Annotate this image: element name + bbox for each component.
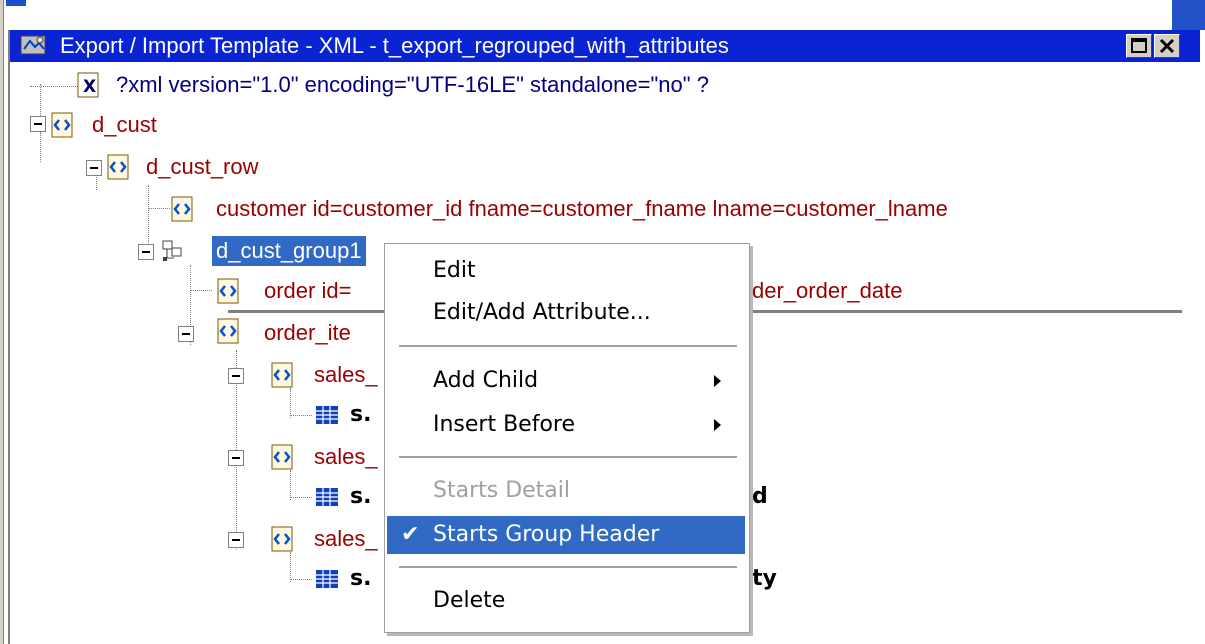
collapse-toggle[interactable]: [178, 326, 194, 342]
menu-item-edit[interactable]: Edit: [387, 252, 745, 290]
tree-line: [40, 132, 41, 162]
element-icon: [271, 362, 293, 388]
column-icon: [316, 570, 338, 588]
tree-line: [290, 497, 312, 498]
menu-item-label: Delete: [433, 588, 506, 613]
column-icon: [316, 488, 338, 506]
column-icon: [316, 406, 338, 424]
tree-line: [290, 470, 291, 500]
menu-item-label: Add Child: [433, 368, 539, 393]
tree-node-sales-2-column-tail: d: [752, 484, 768, 509]
outer-scrollbar-fragment[interactable]: [1172, 0, 1205, 30]
xml-declaration-label: ?xml version="1.0" encoding="UTF-16LE" s…: [116, 72, 709, 97]
outer-frame-fragment: [6, 0, 26, 6]
menu-item-starts-group-header[interactable]: ✔ Starts Group Header: [387, 516, 745, 554]
svg-text:X: X: [83, 77, 96, 97]
element-icon: [217, 318, 239, 344]
checkmark-icon: ✔: [401, 522, 420, 547]
tree-line: [190, 290, 212, 291]
element-icon: [271, 526, 293, 552]
element-icon: [217, 278, 239, 304]
submenu-arrow-icon: [714, 375, 721, 387]
collapse-toggle[interactable]: [228, 450, 244, 466]
tree-node-d-cust[interactable]: d_cust: [92, 110, 157, 140]
tree-node-order[interactable]: order id=: [264, 276, 351, 306]
template-icon: [20, 35, 46, 55]
menu-item-label: Starts Group Header: [433, 522, 660, 547]
close-icon: [1159, 38, 1175, 54]
collapse-toggle[interactable]: [86, 160, 102, 176]
outer-frame-left-edge: [0, 0, 4, 644]
close-button[interactable]: [1154, 34, 1180, 58]
element-icon: [271, 444, 293, 470]
menu-separator: [399, 345, 737, 347]
restore-icon: [1131, 38, 1147, 53]
menu-separator: [399, 456, 737, 458]
menu-item-add-child[interactable]: Add Child: [387, 362, 745, 400]
menu-item-label: Insert Before: [433, 412, 576, 437]
tree-node-d-cust-row[interactable]: d_cust_row: [146, 152, 259, 182]
outer-frame-top: [0, 0, 1205, 30]
tree-line: [290, 579, 312, 580]
tree-line: [30, 86, 78, 87]
collapse-toggle[interactable]: [30, 116, 46, 132]
element-icon: [107, 154, 129, 180]
menu-item-edit-add-attribute[interactable]: Edit/Add Attribute...: [387, 294, 745, 332]
tree-node-sales-2[interactable]: sales_: [314, 442, 378, 472]
tree-node-customer[interactable]: customer id=customer_id fname=customer_f…: [216, 194, 948, 224]
tree-node-sales-2-column[interactable]: s.: [350, 482, 371, 512]
submenu-arrow-icon: [714, 419, 721, 431]
menu-separator: [399, 566, 737, 568]
tree-node-sales-3-column[interactable]: s.: [350, 564, 371, 594]
tree-node-d-cust-group1[interactable]: d_cust_group1: [212, 236, 366, 266]
xml-declaration-icon: X: [77, 72, 99, 98]
tree-node-order-items[interactable]: order_ite: [264, 318, 351, 348]
tree-line: [148, 208, 170, 209]
collapse-toggle[interactable]: [228, 368, 244, 384]
menu-item-label: Starts Detail: [433, 478, 571, 503]
group-icon: [162, 240, 182, 261]
tree-node-sales-1[interactable]: sales_: [314, 360, 378, 390]
tree-node-sales-1-column[interactable]: s.: [350, 400, 371, 430]
tree-line: [290, 415, 312, 416]
element-icon: [51, 112, 73, 138]
menu-item-starts-detail[interactable]: Starts Detail: [387, 472, 745, 510]
xml-declaration-node[interactable]: X ?xml version="1.0" encoding="UTF-16LE"…: [76, 70, 876, 100]
tree-node-sales-3-column-tail: ty: [752, 566, 777, 591]
collapse-toggle[interactable]: [138, 244, 154, 260]
element-icon: [171, 196, 193, 222]
tree-node-order-tail: der_order_date: [752, 278, 903, 303]
menu-item-delete[interactable]: Delete: [387, 582, 745, 620]
menu-item-label: Edit: [433, 258, 476, 283]
menu-item-insert-before[interactable]: Insert Before: [387, 406, 745, 444]
restore-button[interactable]: [1126, 34, 1152, 58]
tree-node-sales-3[interactable]: sales_: [314, 524, 378, 554]
collapse-toggle[interactable]: [228, 532, 244, 548]
tree-line: [290, 552, 291, 582]
context-menu: Edit Edit/Add Attribute... Add Child Ins…: [384, 243, 750, 633]
menu-item-label: Edit/Add Attribute...: [433, 300, 651, 325]
window-title: Export / Import Template - XML - t_expor…: [60, 33, 729, 58]
tree-line: [290, 388, 291, 418]
